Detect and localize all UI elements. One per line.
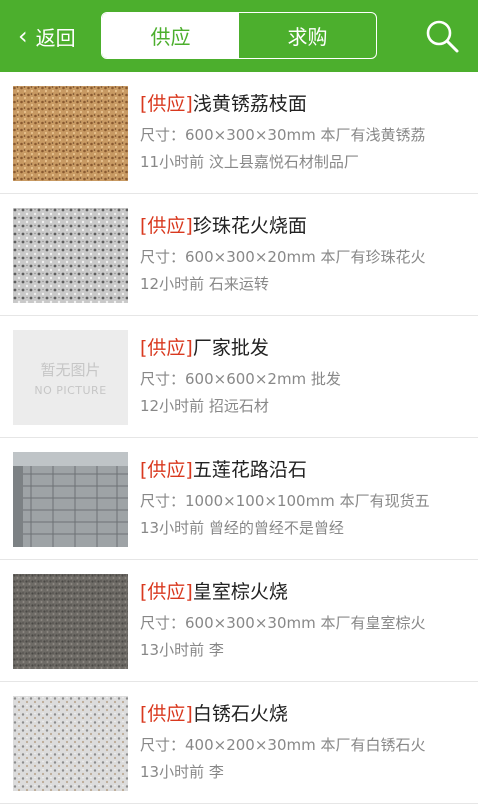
back-label: 返回 (35, 25, 76, 50)
product-thumbnail (13, 452, 128, 547)
no-picture-text: 暂无图片 (40, 360, 101, 379)
list-item[interactable]: 暂无图片 NO PICTURE [供应]厂家批发 尺寸：600×600×2mm … (0, 316, 478, 438)
supply-list: [供应]浅黄锈荔枝面 尺寸：600×300×30mm 本厂有浅黄锈荔 11小时前… (0, 72, 478, 804)
supply-tag: [供应] (140, 459, 193, 481)
item-title: [供应]白锈石火烧 (140, 699, 288, 726)
item-title: [供应]五莲花路沿石 (140, 455, 307, 482)
search-icon[interactable] (424, 18, 460, 54)
item-title-text: 厂家批发 (192, 337, 269, 359)
item-meta: 11小时前 汶上县嘉悦石材制品厂 (140, 153, 359, 171)
item-meta: 13小时前 李 (140, 763, 224, 781)
item-spec: 尺寸：600×300×20mm 本厂有珍珠花火 (140, 248, 426, 266)
supply-tag: [供应] (140, 581, 193, 603)
item-meta: 13小时前 曾经的曾经不是曾经 (140, 519, 344, 537)
list-item[interactable]: [供应]浅黄锈荔枝面 尺寸：600×300×30mm 本厂有浅黄锈荔 11小时前… (0, 72, 478, 194)
supply-tag: [供应] (140, 93, 193, 115)
item-title: [供应]珍珠花火烧面 (140, 211, 307, 238)
item-title-text: 珍珠花火烧面 (192, 215, 307, 237)
no-picture-text-en: NO PICTURE (34, 383, 107, 397)
segmented-tabs: 供应 求购 (101, 12, 377, 59)
list-item[interactable]: [供应]五莲花路沿石 尺寸：1000×100×100mm 本厂有现货五 13小时… (0, 438, 478, 560)
tab-purchase[interactable]: 求购 (239, 13, 376, 58)
product-thumbnail (13, 696, 128, 791)
item-spec: 尺寸：600×300×30mm 本厂有皇室棕火 (140, 614, 426, 632)
product-thumbnail (13, 574, 128, 669)
no-picture-placeholder: 暂无图片 NO PICTURE (13, 330, 128, 425)
item-spec: 尺寸：600×300×30mm 本厂有浅黄锈荔 (140, 126, 426, 144)
top-bar: ‹ 返回 供应 求购 (0, 0, 478, 72)
item-spec: 尺寸：1000×100×100mm 本厂有现货五 (140, 492, 430, 510)
item-title: [供应]浅黄锈荔枝面 (140, 89, 307, 116)
item-spec: 尺寸：400×200×30mm 本厂有白锈石火 (140, 736, 426, 754)
product-thumbnail (13, 86, 128, 181)
item-title: [供应]皇室棕火烧 (140, 577, 288, 604)
item-title-text: 皇室棕火烧 (192, 581, 288, 603)
item-title: [供应]厂家批发 (140, 333, 269, 360)
tab-supply[interactable]: 供应 (102, 13, 239, 58)
product-thumbnail (13, 208, 128, 303)
item-title-text: 白锈石火烧 (192, 703, 288, 725)
item-title-text: 浅黄锈荔枝面 (192, 93, 307, 115)
item-meta: 12小时前 石来运转 (140, 275, 269, 293)
item-meta: 12小时前 招远石材 (140, 397, 269, 415)
supply-tag: [供应] (140, 703, 193, 725)
list-item[interactable]: [供应]珍珠花火烧面 尺寸：600×300×20mm 本厂有珍珠花火 12小时前… (0, 194, 478, 316)
item-title-text: 五莲花路沿石 (192, 459, 307, 481)
chevron-left-icon: ‹ (18, 22, 28, 50)
item-spec: 尺寸：600×600×2mm 批发 (140, 370, 341, 388)
list-item[interactable]: [供应]白锈石火烧 尺寸：400×200×30mm 本厂有白锈石火 13小时前 … (0, 682, 478, 804)
supply-tag: [供应] (140, 337, 193, 359)
list-item[interactable]: [供应]皇室棕火烧 尺寸：600×300×30mm 本厂有皇室棕火 13小时前 … (0, 560, 478, 682)
back-button[interactable]: ‹ 返回 (18, 0, 76, 72)
supply-tag: [供应] (140, 215, 193, 237)
item-meta: 13小时前 李 (140, 641, 224, 659)
